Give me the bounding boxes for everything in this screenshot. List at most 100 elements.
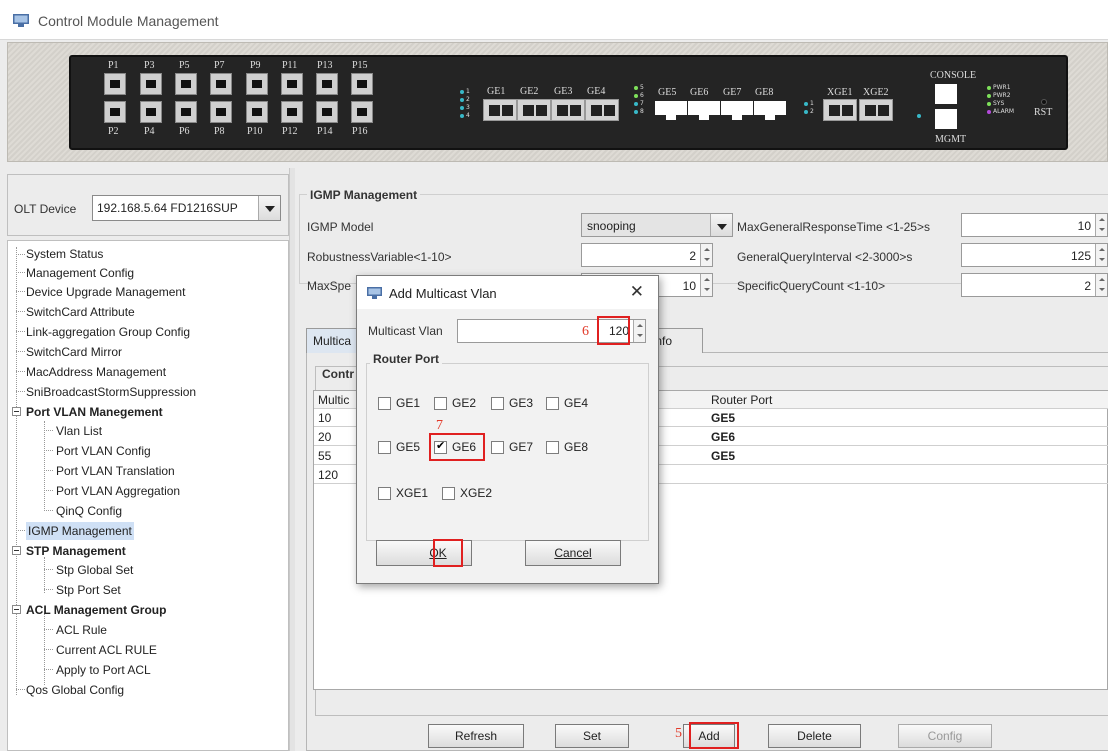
- sfp-port[interactable]: [246, 101, 268, 123]
- maxgen-input[interactable]: 10: [961, 213, 1108, 237]
- ge-port[interactable]: [483, 99, 517, 121]
- specquery-input[interactable]: 2: [961, 273, 1108, 297]
- igmp-model-select[interactable]: snooping: [581, 213, 733, 237]
- port-label: XGE1: [827, 87, 853, 98]
- sfp-port[interactable]: [281, 101, 303, 123]
- highlight-box: [433, 539, 463, 567]
- sfp-port[interactable]: [281, 73, 303, 95]
- sfp-port[interactable]: [175, 101, 197, 123]
- refresh-button[interactable]: Refresh: [428, 724, 524, 748]
- led-label: 7: [640, 100, 644, 107]
- console-port[interactable]: [935, 84, 957, 104]
- checkbox-ge5[interactable]: [378, 441, 391, 454]
- collapse-icon[interactable]: [12, 407, 21, 416]
- port-label: P10: [247, 126, 263, 137]
- tree-item-current-acl[interactable]: Current ACL RULE: [56, 641, 157, 659]
- olt-device-value: 192.168.5.64 FD1216SUP: [97, 201, 238, 215]
- tree-item-qinq-config[interactable]: QinQ Config: [56, 502, 122, 520]
- checkbox-ge3[interactable]: [491, 397, 504, 410]
- tree-item-device-upgrade[interactable]: Device Upgrade Management: [26, 283, 185, 301]
- tree-item-qos-global[interactable]: Qos Global Config: [26, 681, 124, 699]
- cancel-button[interactable]: Cancel: [525, 540, 621, 566]
- port-label: GE7: [723, 87, 742, 98]
- sfp-port[interactable]: [104, 73, 126, 95]
- port-label: GE1: [487, 86, 506, 97]
- xge-port[interactable]: [823, 99, 857, 121]
- tree-item-switchcard-attribute[interactable]: SwitchCard Attribute: [26, 303, 135, 321]
- olt-device-label: OLT Device: [14, 202, 77, 216]
- tree-item-acl-rule[interactable]: ACL Rule: [56, 621, 107, 639]
- mgmt-port[interactable]: [935, 109, 957, 129]
- port-led: [634, 102, 638, 106]
- tree-item-igmp-management[interactable]: IGMP Management: [26, 522, 134, 540]
- spinner-icon[interactable]: [633, 320, 645, 342]
- tree-item-port-vlan-aggregation[interactable]: Port VLAN Aggregation: [56, 482, 180, 500]
- tree-item-port-vlan-translation[interactable]: Port VLAN Translation: [56, 462, 175, 480]
- chevron-down-icon[interactable]: [258, 196, 280, 220]
- tree-group-acl[interactable]: ACL Management Group: [26, 601, 166, 619]
- collapse-icon[interactable]: [12, 605, 21, 614]
- tree-item-stp-global[interactable]: Stp Global Set: [56, 561, 133, 579]
- left-panel: OLT Device 192.168.5.64 FD1216SUP System…: [7, 168, 289, 751]
- delete-button[interactable]: Delete: [768, 724, 861, 748]
- tree-item-port-vlan-config[interactable]: Port VLAN Config: [56, 442, 151, 460]
- genquery-input[interactable]: 125: [961, 243, 1108, 267]
- sfp-port[interactable]: [210, 73, 232, 95]
- xge-port[interactable]: [859, 99, 893, 121]
- tree-item-storm-suppression[interactable]: SniBroadcastStormSuppression: [26, 383, 196, 401]
- sfp-port[interactable]: [246, 73, 268, 95]
- sfp-port[interactable]: [140, 73, 162, 95]
- tree-item-apply-port-acl[interactable]: Apply to Port ACL: [56, 661, 151, 679]
- olt-device-select[interactable]: 192.168.5.64 FD1216SUP: [92, 195, 281, 221]
- sfp-port[interactable]: [104, 101, 126, 123]
- port-label: P4: [144, 126, 155, 137]
- rj45-port[interactable]: [688, 101, 720, 120]
- tree-item-macaddress[interactable]: MacAddress Management: [26, 363, 166, 381]
- reset-button[interactable]: [1041, 99, 1047, 105]
- rj45-port[interactable]: [721, 101, 753, 120]
- spinner-icon[interactable]: [700, 244, 712, 266]
- set-button[interactable]: Set: [555, 724, 629, 748]
- checkbox-ge2[interactable]: [434, 397, 447, 410]
- checkbox-ge1[interactable]: [378, 397, 391, 410]
- tree-item-stp-port[interactable]: Stp Port Set: [56, 581, 121, 599]
- ge-port[interactable]: [517, 99, 551, 121]
- igmp-model-label: IGMP Model: [307, 220, 374, 234]
- spinner-icon[interactable]: [1095, 274, 1107, 296]
- tree-group-port-vlan[interactable]: Port VLAN Manegement: [26, 403, 163, 421]
- sfp-port[interactable]: [351, 73, 373, 95]
- tree-item-vlan-list[interactable]: Vlan List: [56, 422, 102, 440]
- close-icon[interactable]: ✕: [630, 282, 644, 302]
- port-led: [460, 98, 464, 102]
- spinner-icon[interactable]: [1095, 214, 1107, 236]
- checkbox-ge4[interactable]: [546, 397, 559, 410]
- tree-item-management-config[interactable]: Management Config: [26, 264, 134, 282]
- section-title: IGMP Management: [307, 188, 421, 202]
- spinner-icon[interactable]: [1095, 244, 1107, 266]
- ge-port[interactable]: [551, 99, 585, 121]
- chevron-down-icon[interactable]: [710, 214, 732, 236]
- checkbox-ge8[interactable]: [546, 441, 559, 454]
- col-router-port[interactable]: Router Port: [707, 391, 1108, 409]
- rj45-port[interactable]: [754, 101, 786, 120]
- ge-port[interactable]: [585, 99, 619, 121]
- tree-item-system-status[interactable]: System Status: [26, 245, 103, 263]
- tree-item-switchcard-mirror[interactable]: SwitchCard Mirror: [26, 343, 122, 361]
- spinner-icon[interactable]: [700, 274, 712, 296]
- collapse-icon[interactable]: [12, 546, 21, 555]
- sfp-port[interactable]: [140, 101, 162, 123]
- checkbox-ge7[interactable]: [491, 441, 504, 454]
- rj45-port[interactable]: [655, 101, 687, 120]
- tree-item-link-aggregation[interactable]: Link-aggregation Group Config: [26, 323, 190, 341]
- sfp-port[interactable]: [316, 101, 338, 123]
- config-button[interactable]: Config: [898, 724, 992, 748]
- sfp-port[interactable]: [316, 73, 338, 95]
- sfp-port[interactable]: [351, 101, 373, 123]
- checkbox-xge2[interactable]: [442, 487, 455, 500]
- checkbox-xge1[interactable]: [378, 487, 391, 500]
- sfp-port[interactable]: [175, 73, 197, 95]
- sfp-port[interactable]: [210, 101, 232, 123]
- robust-input[interactable]: 2: [581, 243, 713, 267]
- port-label: GE6: [690, 87, 709, 98]
- tree-group-stp[interactable]: STP Management: [26, 542, 126, 560]
